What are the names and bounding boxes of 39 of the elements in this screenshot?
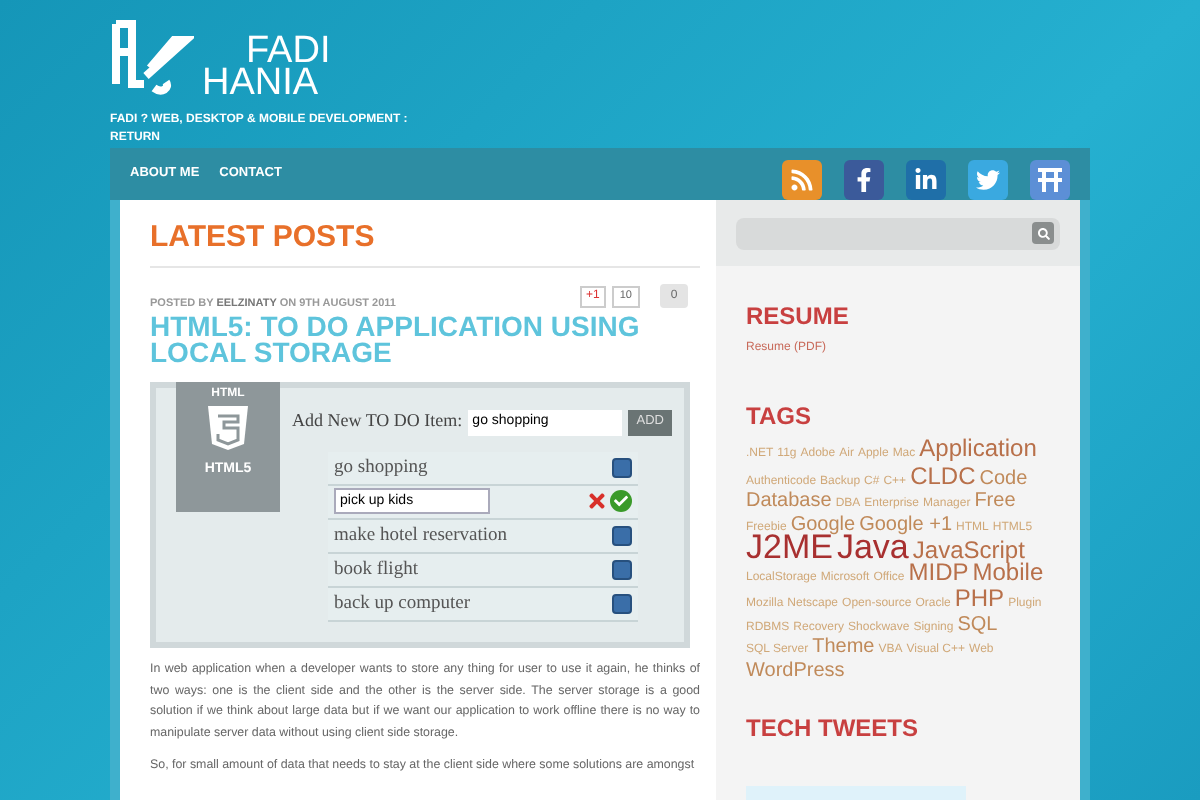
widget-heading: TECH TWEETS (746, 712, 920, 746)
shield-icon (206, 404, 250, 453)
friendfeed-icon[interactable] (1030, 160, 1070, 200)
tag-link[interactable]: MIDP (908, 561, 969, 582)
add-item-label: Add New TO DO Item: (292, 408, 463, 435)
section-heading: LATEST POSTS (150, 220, 700, 268)
tag-link[interactable]: Application (919, 438, 1037, 459)
logo-text: FADI (246, 36, 331, 68)
linkedin-icon[interactable] (906, 160, 946, 200)
tag-link[interactable]: Free (974, 492, 1016, 513)
twitter-icon[interactable] (968, 160, 1008, 200)
tag-link[interactable]: Database (746, 492, 832, 513)
logo-text: HANIA (202, 68, 321, 100)
logo-icon (110, 16, 194, 100)
tag-link[interactable]: Google +1 (859, 515, 953, 536)
rss-icon[interactable] (782, 160, 822, 200)
tag-link[interactable]: Mobile (972, 561, 1044, 582)
tag-link[interactable]: Code (979, 469, 1028, 490)
edit-icon[interactable] (612, 525, 632, 546)
facebook-icon[interactable] (844, 160, 884, 200)
tag-link[interactable]: PHP (954, 588, 1005, 609)
tag-link[interactable]: Theme (812, 638, 875, 659)
search-icon[interactable] (1032, 222, 1054, 244)
post-title[interactable]: HTML5: TO DO APPLICATION USING LOCAL STORAGE (150, 314, 694, 367)
tag-link[interactable]: SQL (957, 615, 998, 636)
tag-link[interactable]: J2ME (746, 538, 833, 559)
search-field[interactable] (736, 217, 1060, 249)
tag-link[interactable]: JavaScript (912, 540, 1025, 561)
widget-heading: RESUME (746, 300, 851, 334)
widget-heading: TAGS (746, 400, 813, 434)
edit-icon[interactable] (612, 457, 632, 478)
confirm-icon[interactable] (610, 490, 632, 513)
tag-link[interactable]: CLDC (910, 465, 976, 486)
tag-link[interactable]: Java (836, 538, 909, 559)
cancel-icon[interactable] (586, 490, 608, 513)
edit-icon[interactable] (612, 593, 632, 614)
edit-icon[interactable] (612, 559, 632, 580)
tag-link[interactable]: Google (790, 515, 856, 536)
tag-link[interactable]: WordPress (746, 661, 845, 682)
